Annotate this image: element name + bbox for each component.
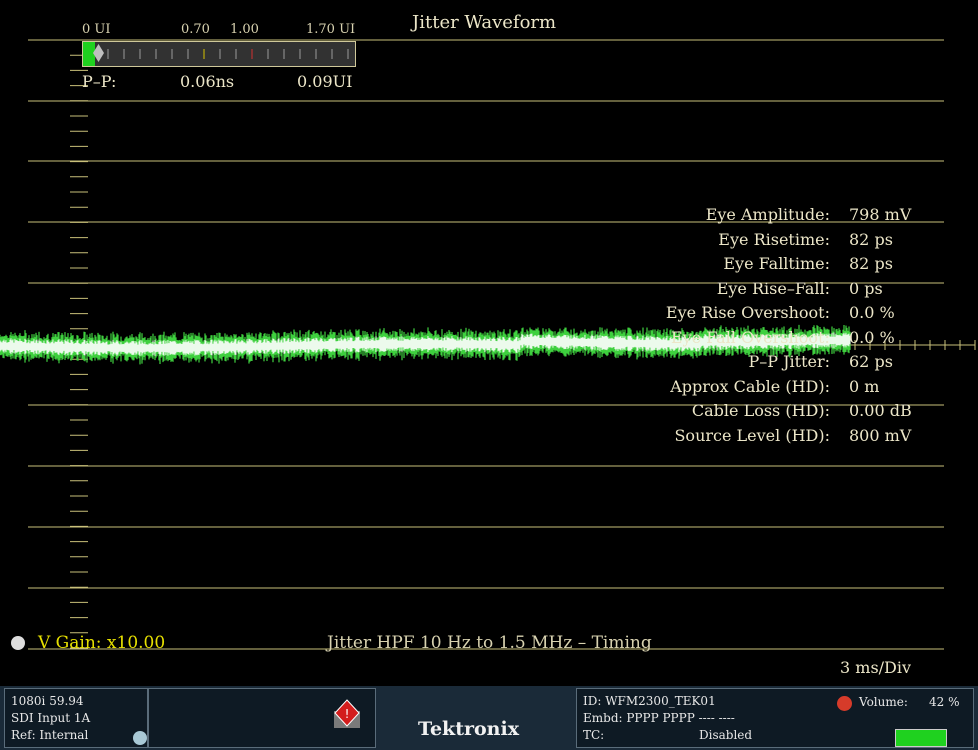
input-status-box[interactable]: 1080i 59.94 SDI Input 1A Ref: Internal: [4, 688, 148, 748]
device-id-text: ID: WFM2300_TEK01: [583, 694, 716, 708]
format-text: 1080i 59.94: [11, 694, 84, 708]
measurement-label: Eye Rise–Fall:: [716, 279, 830, 298]
measurement-value: 0.0 %: [849, 328, 895, 347]
ref-text: Ref: Internal: [11, 728, 89, 742]
jitter-meter: [82, 41, 356, 67]
volume-label: Volume:: [859, 695, 908, 709]
volume-mute-icon[interactable]: [837, 696, 852, 711]
measurement-value: 800 mV: [849, 426, 912, 445]
svg-text:!: !: [345, 707, 350, 721]
meter-scale: [107, 49, 349, 59]
measurement-value: 82 ps: [849, 230, 893, 249]
measurement-label: Eye Risetime:: [718, 230, 830, 249]
measurement-value: 0.00 dB: [849, 401, 912, 420]
measurement-label: P–P Jitter:: [748, 352, 830, 371]
measurement-value: 798 mV: [849, 205, 912, 224]
measurement-value: 0 m: [849, 377, 880, 396]
measurement-label: Eye Falltime:: [723, 254, 830, 273]
tektronix-logo: Tektronix: [418, 718, 520, 740]
measurement-value: 0.0 %: [849, 303, 895, 322]
device-status-box[interactable]: ID: WFM2300_TEK01 Embd: PPPP PPPP ---- -…: [576, 688, 974, 748]
vgain-readout[interactable]: V Gain: x10.00: [38, 633, 165, 653]
measurement-label: Eye Fall Overshoot:: [670, 328, 830, 347]
ref-indicator-icon: [133, 731, 147, 745]
measurement-label: Eye Amplitude:: [705, 205, 830, 224]
power-indicator-icon: [895, 729, 947, 747]
measurement-value: 62 ps: [849, 352, 893, 371]
time-per-div: 3 ms/Div: [840, 658, 912, 677]
measurement-value: 82 ps: [849, 254, 893, 273]
graticule: [0, 39, 976, 650]
knob-icon[interactable]: [11, 636, 25, 650]
pp-ui-value: 0.09UI: [297, 72, 353, 91]
filter-readout: Jitter HPF 10 Hz to 1.5 MHz – Timing: [327, 633, 652, 653]
alarm-box[interactable]: !: [148, 688, 376, 748]
meter-tick-label-3: 1.70 UI: [306, 22, 356, 37]
display-title: Jitter Waveform: [412, 12, 557, 33]
volume-value: 42 %: [929, 695, 960, 709]
measurement-label: Source Level (HD):: [674, 426, 830, 445]
measurement-value: 0 ps: [849, 279, 883, 298]
measurement-label: Approx Cable (HD):: [670, 377, 830, 396]
waveform-display: Jitter Waveform 0 UI 0.70 1.00 1.70 UI P…: [0, 0, 978, 686]
measurement-label: Cable Loss (HD):: [691, 401, 830, 420]
pp-ns-value: 0.06ns: [180, 72, 235, 91]
tc-value: Disabled: [699, 728, 753, 742]
pp-label: P–P:: [82, 72, 117, 91]
meter-tick-label-1: 0.70: [181, 22, 210, 37]
input-text: SDI Input 1A: [11, 711, 91, 725]
measurement-label: Eye Rise Overshoot:: [665, 303, 830, 322]
status-bar: 1080i 59.94 SDI Input 1A Ref: Internal !…: [0, 686, 978, 750]
meter-tick-label-2: 1.00: [230, 22, 259, 37]
embd-text: Embd: PPPP PPPP ---- ----: [583, 711, 735, 725]
meter-tick-label-0: 0 UI: [82, 22, 111, 37]
tc-label: TC:: [583, 728, 605, 742]
alarm-icon[interactable]: !: [333, 699, 361, 729]
